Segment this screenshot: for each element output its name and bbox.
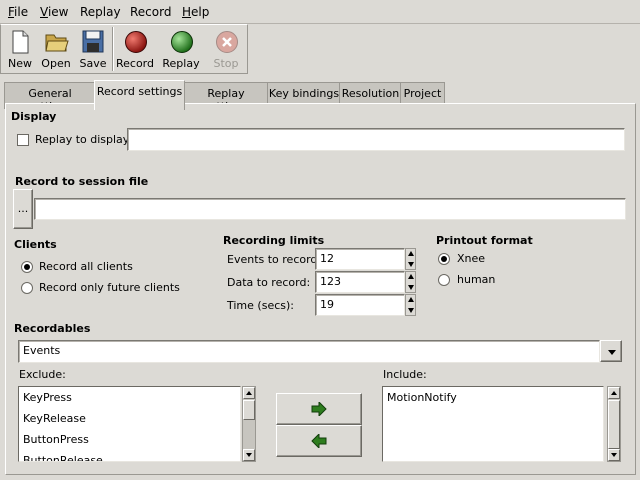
time-secs-spinner[interactable]: 19 [315, 294, 416, 316]
printout-human-label: human [457, 273, 496, 286]
scroll-up-icon[interactable] [243, 387, 255, 399]
toolbar-separator [112, 27, 114, 71]
settings-tabs: General settings Record settings Replay … [0, 80, 640, 113]
replay-button[interactable]: Replay [160, 25, 202, 73]
menu-help[interactable]: Help [182, 5, 209, 19]
record-future-clients-label: Record only future clients [39, 281, 180, 294]
open-label: Open [41, 57, 71, 70]
replay-icon [171, 31, 193, 53]
replay-label: Replay [162, 57, 200, 70]
recordables-combo-input[interactable]: Events [18, 340, 600, 363]
recordables-dropdown-button[interactable] [600, 340, 622, 362]
events-spinner-arrows[interactable] [405, 248, 416, 270]
replay-display-input[interactable] [127, 128, 625, 151]
list-item[interactable]: KeyPress [19, 387, 240, 408]
toolbar: New Open Save Record Replay Stop [0, 24, 248, 74]
printout-xnee-label: Xnee [457, 252, 486, 265]
include-list-scrollbar[interactable] [607, 386, 621, 462]
menubar: File View Replay Record Help [0, 0, 640, 24]
data-spinner-arrows[interactable] [405, 271, 416, 293]
remove-from-include-button[interactable] [276, 425, 362, 457]
record-all-clients-label: Record all clients [39, 260, 133, 273]
time-secs-label: Time (secs): [227, 299, 294, 312]
arrow-left-icon [311, 432, 327, 450]
add-to-include-button[interactable] [276, 393, 362, 425]
printout-xnee-radio[interactable] [438, 253, 450, 265]
printout-human-radio[interactable] [438, 274, 450, 286]
exclude-list[interactable]: KeyPress KeyRelease ButtonPress ButtonRe… [18, 386, 241, 462]
printout-format-title: Printout format [436, 234, 533, 247]
list-item[interactable]: KeyRelease [19, 408, 240, 429]
open-button[interactable]: Open [38, 25, 74, 73]
scroll-down-icon[interactable] [608, 449, 620, 461]
new-button[interactable]: New [3, 25, 37, 73]
recordables-title: Recordables [14, 322, 91, 335]
events-to-record-label: Events to record: [227, 253, 322, 266]
record-label: Record [115, 57, 154, 70]
scroll-up-icon[interactable] [608, 387, 620, 399]
scrollbar-thumb[interactable] [608, 400, 620, 449]
recording-limits-title: Recording limits [223, 234, 325, 247]
record-future-clients-radio[interactable] [21, 282, 33, 294]
display-section-title: Display [11, 110, 57, 123]
stop-label: Stop [213, 57, 239, 70]
list-item[interactable]: ButtonRelease [19, 450, 240, 461]
browse-session-button[interactable]: ... [13, 189, 33, 229]
session-file-input[interactable] [34, 198, 626, 220]
data-to-record-label: Data to record: [227, 276, 311, 289]
menu-view[interactable]: View [40, 5, 68, 19]
replay-to-display-label: Replay to display: [35, 133, 133, 146]
scroll-down-icon[interactable] [243, 449, 255, 461]
list-item[interactable]: MotionNotify [383, 387, 603, 408]
events-to-record-input[interactable]: 12 [315, 248, 405, 270]
record-all-clients-radio[interactable] [21, 261, 33, 273]
clients-section-title: Clients [14, 238, 57, 251]
exclude-list-scrollbar[interactable] [242, 386, 256, 462]
record-icon [125, 31, 147, 53]
arrow-right-icon [311, 400, 327, 418]
exclude-label: Exclude: [19, 368, 66, 381]
scrollbar-thumb[interactable] [243, 400, 255, 420]
include-label: Include: [383, 368, 427, 381]
replay-to-display-checkbox[interactable] [17, 134, 29, 146]
new-label: New [8, 57, 32, 70]
floppy-disk-icon [82, 30, 104, 53]
folder-open-icon [45, 34, 69, 52]
tab-record-settings[interactable]: Record settings [94, 80, 185, 110]
save-button[interactable]: Save [76, 25, 110, 73]
record-button[interactable]: Record [115, 25, 155, 73]
save-label: Save [79, 57, 107, 70]
list-item[interactable]: ButtonPress [19, 429, 240, 450]
time-secs-input[interactable]: 19 [315, 294, 405, 316]
time-spinner-arrows[interactable] [405, 294, 416, 316]
data-to-record-spinner[interactable]: 123 [315, 271, 416, 293]
include-list[interactable]: MotionNotify [382, 386, 604, 462]
stop-button[interactable]: Stop [206, 25, 246, 73]
menu-record[interactable]: Record [130, 5, 171, 19]
new-document-icon [12, 30, 29, 54]
events-to-record-spinner[interactable]: 12 [315, 248, 416, 270]
menu-replay[interactable]: Replay [80, 5, 121, 19]
session-section-title: Record to session file [15, 175, 149, 188]
stop-icon [216, 31, 238, 53]
data-to-record-input[interactable]: 123 [315, 271, 405, 293]
menu-file[interactable]: File [8, 5, 28, 19]
